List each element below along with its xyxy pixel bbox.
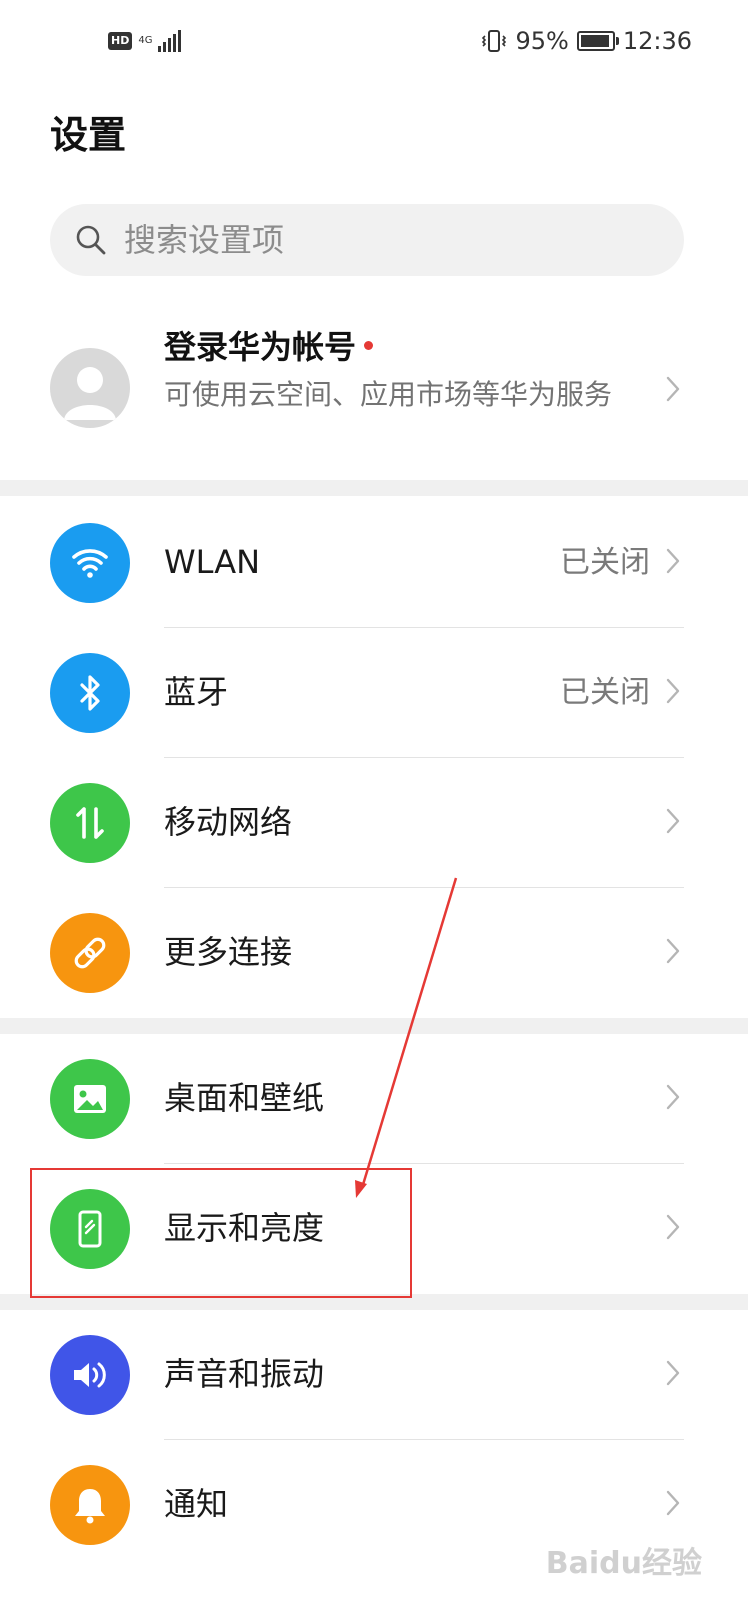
- search-icon: [76, 225, 106, 255]
- wlan-status: 已关闭: [560, 545, 650, 580]
- home-wallpaper-label: 桌面和壁纸: [164, 1079, 325, 1117]
- settings-item-wlan[interactable]: WLAN 已关闭: [0, 498, 748, 628]
- notifications-label: 通知: [164, 1485, 229, 1523]
- bluetooth-label: 蓝牙: [164, 673, 229, 711]
- vibrate-icon: [482, 30, 507, 52]
- image-icon: [50, 1059, 130, 1139]
- account-title: 登录华为帐号: [164, 322, 374, 368]
- annotation-highlight-box: [30, 1168, 412, 1298]
- battery-fill: [580, 35, 610, 47]
- bell-icon: [50, 1465, 130, 1545]
- bluetooth-status: 已关闭: [560, 675, 650, 710]
- chevron-right-icon: [666, 678, 680, 704]
- section-divider: [0, 1018, 748, 1034]
- search-bar[interactable]: [50, 204, 684, 276]
- settings-item-bluetooth[interactable]: 蓝牙 已关闭: [0, 628, 748, 758]
- chevron-right-icon: [666, 1084, 680, 1110]
- status-left: HD 4G: [108, 30, 182, 52]
- chevron-right-icon: [666, 1214, 680, 1240]
- chevron-right-icon: [666, 1490, 680, 1516]
- sound-vibration-label: 声音和振动: [164, 1355, 325, 1393]
- search-input[interactable]: [122, 220, 646, 260]
- watermark: Baidu经验: [545, 1546, 702, 1581]
- notification-dot: [364, 340, 374, 350]
- chevron-right-icon: [666, 938, 680, 964]
- battery-percent: 95%: [515, 27, 569, 55]
- wifi-icon: [50, 523, 130, 603]
- account-subtitle: 可使用云空间、应用市场等华为服务: [164, 378, 613, 411]
- clock: 12:36: [622, 27, 692, 55]
- signal-icon: [158, 30, 182, 52]
- chevron-right-icon: [666, 376, 680, 402]
- network-type: 4G: [138, 35, 153, 46]
- chevron-right-icon: [666, 1360, 680, 1386]
- mobile-data-icon: [50, 783, 130, 863]
- more-connections-label: 更多连接: [164, 933, 293, 971]
- mobile-network-label: 移动网络: [164, 803, 293, 841]
- chevron-right-icon: [666, 808, 680, 834]
- account-title-text: 登录华为帐号: [164, 328, 357, 366]
- battery-icon: [576, 31, 619, 51]
- status-right: 95% 12:36: [481, 27, 692, 55]
- status-bar: HD 4G 95% 12:36: [0, 0, 748, 86]
- link-icon: [50, 913, 130, 993]
- chevron-right-icon: [666, 548, 680, 574]
- avatar: [50, 348, 130, 428]
- settings-item-mobile-network[interactable]: 移动网络: [0, 758, 748, 888]
- section-divider: [0, 480, 748, 496]
- settings-item-sound-vibration[interactable]: 声音和振动: [0, 1310, 748, 1440]
- speaker-icon: [50, 1335, 130, 1415]
- page-title: 设置: [50, 113, 127, 157]
- account-row[interactable]: 登录华为帐号 可使用云空间、应用市场等华为服务: [0, 316, 748, 476]
- settings-item-more-connections[interactable]: 更多连接: [0, 888, 748, 1018]
- settings-item-home-wallpaper[interactable]: 桌面和壁纸: [0, 1034, 748, 1164]
- wlan-label: WLAN: [164, 543, 261, 581]
- hd-badge: HD: [108, 32, 133, 50]
- bluetooth-icon: [50, 653, 130, 733]
